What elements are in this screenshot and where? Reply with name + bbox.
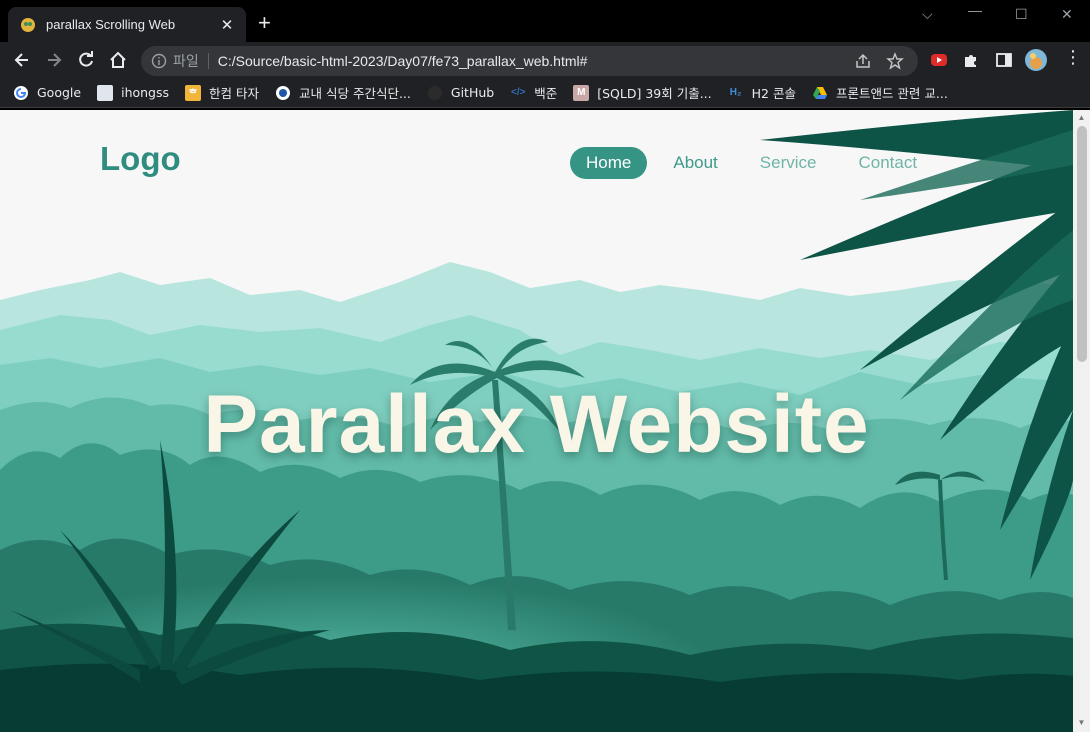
tab-close-icon[interactable]: ✕ — [216, 16, 238, 34]
page-icon — [97, 84, 114, 101]
minimize-button[interactable]: — — [968, 2, 982, 18]
hancom-icon: ᄒ — [185, 84, 202, 101]
share-icon[interactable] — [854, 52, 872, 70]
forward-arrow-icon[interactable] — [44, 50, 64, 70]
h2-icon: H₂ — [729, 87, 742, 98]
code-icon: </> — [510, 87, 526, 98]
address-bar[interactable]: 파일 C:/Source/basic-html-2023/Day07/fe73_… — [141, 46, 918, 76]
bookmark-ihongss[interactable]: ihongss — [97, 84, 169, 101]
page-scrollbar[interactable]: ▲ ▼ — [1073, 110, 1090, 732]
url-separator — [207, 53, 209, 69]
info-icon[interactable] — [151, 53, 167, 69]
google-icon — [14, 85, 28, 100]
globe-favicon-icon — [21, 17, 35, 32]
nav-service[interactable]: Service — [744, 147, 833, 179]
nav-contact[interactable]: Contact — [842, 147, 933, 179]
extensions-puzzle-icon[interactable] — [962, 51, 980, 69]
bookmark-h2-console[interactable]: H₂ H2 콘솔 — [728, 83, 796, 102]
tab-title: parallax Scrolling Web — [46, 17, 176, 32]
url-scheme-label: 파일 — [173, 53, 199, 69]
drive-icon — [812, 86, 827, 99]
page-viewport: Logo Home About Service Contact Parallax… — [0, 110, 1073, 732]
bookmark-school-menu[interactable]: 교내 식당 주간식단... — [275, 83, 411, 102]
back-arrow-icon[interactable] — [12, 50, 32, 70]
bookmark-frontend[interactable]: 프론트앤드 관련 교... — [812, 83, 948, 102]
maximize-button[interactable]: ☐ — [1015, 6, 1028, 23]
url-text[interactable]: C:/Source/basic-html-2023/Day07/fe73_par… — [218, 53, 854, 69]
bookmark-star-icon[interactable] — [886, 52, 904, 70]
m-icon: M — [573, 84, 590, 101]
site-nav: Home About Service Contact — [570, 147, 943, 179]
new-tab-button[interactable]: + — [258, 12, 271, 34]
close-window-button[interactable]: ✕ — [1061, 6, 1073, 23]
github-icon — [427, 85, 442, 100]
nav-about[interactable]: About — [657, 147, 733, 179]
nav-home[interactable]: Home — [570, 147, 648, 179]
side-panel-icon[interactable] — [995, 51, 1013, 69]
scroll-up-arrow-icon[interactable]: ▲ — [1077, 113, 1086, 122]
bookmark-sqld[interactable]: M [SQLD] 39회 기출... — [573, 83, 712, 102]
site-logo[interactable]: Logo — [100, 140, 181, 178]
home-icon[interactable] — [108, 50, 128, 70]
school-icon — [276, 85, 291, 100]
reload-icon[interactable] — [76, 50, 96, 70]
tab-strip: parallax Scrolling Web ✕ + ⌵ — ☐ ✕ — [0, 0, 1090, 42]
youtube-extension-icon[interactable] — [930, 52, 948, 68]
bookmarks-bar: Google ihongss ᄒ 한컴 타자 교내 식당 주간식단... Git… — [0, 78, 1090, 108]
browser-tab[interactable]: parallax Scrolling Web ✕ — [8, 7, 246, 42]
browser-toolbar: 파일 C:/Source/basic-html-2023/Day07/fe73_… — [0, 42, 1090, 78]
profile-avatar[interactable] — [1025, 49, 1047, 71]
scroll-down-arrow-icon[interactable]: ▼ — [1077, 718, 1086, 727]
hero-title: Parallax Website — [203, 379, 870, 470]
bookmark-baekjoon[interactable]: </> 백준 — [510, 83, 557, 102]
tab-search-icon[interactable]: ⌵ — [922, 6, 933, 23]
bookmark-hancom[interactable]: ᄒ 한컴 타자 — [185, 83, 259, 102]
bookmark-github[interactable]: GitHub — [427, 85, 494, 101]
bookmark-google[interactable]: Google — [13, 85, 81, 101]
scroll-thumb[interactable] — [1077, 126, 1087, 362]
more-menu-icon[interactable]: ⋮ — [1064, 48, 1082, 66]
